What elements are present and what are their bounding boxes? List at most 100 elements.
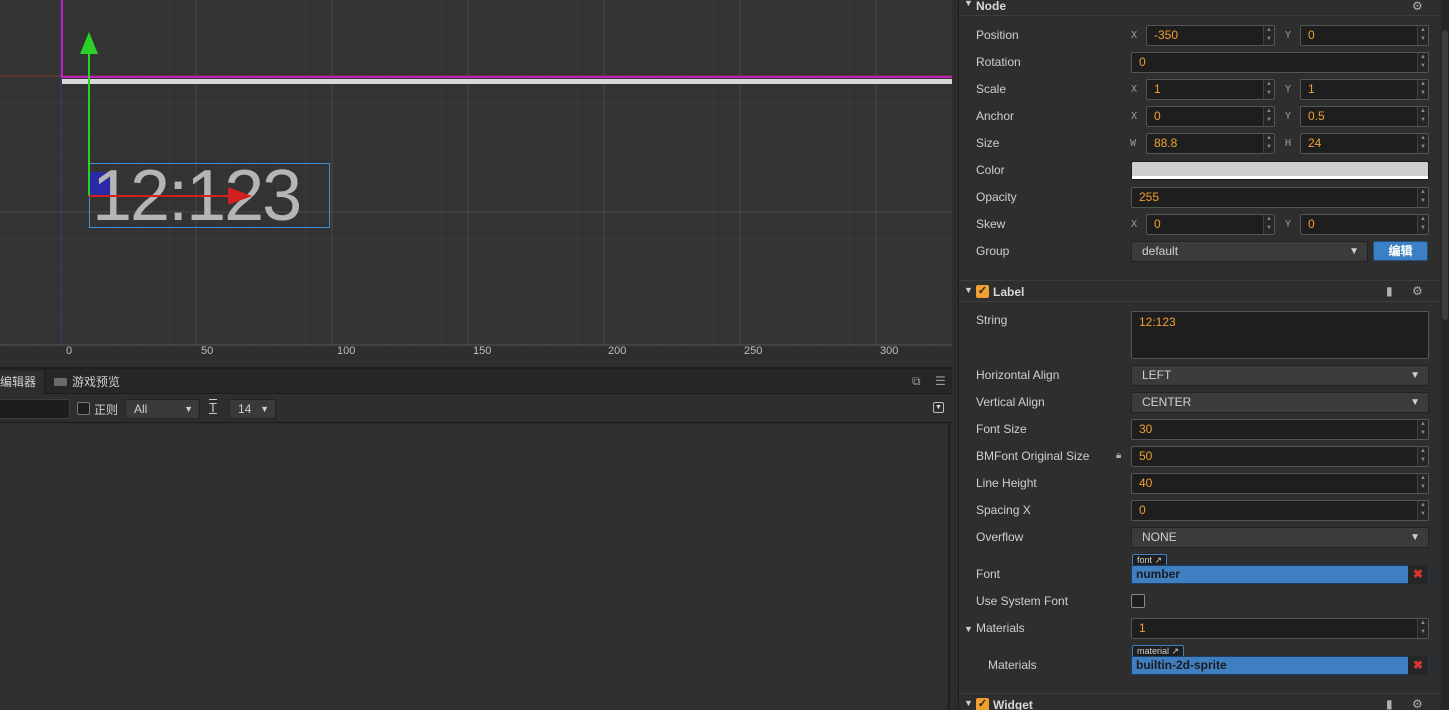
clear-font-icon[interactable]: ✖ — [1408, 565, 1428, 584]
bmfont-original-size-value: 50 — [1139, 449, 1153, 463]
scale-x-input[interactable]: 1 ▲ ▼ — [1146, 79, 1275, 100]
stepper-icon[interactable]: ▲ ▼ — [1417, 619, 1428, 638]
skew-y-input[interactable]: 0 ▲ ▼ — [1300, 214, 1429, 235]
stepper-icon[interactable]: ▲ ▼ — [1263, 26, 1274, 45]
scene-view[interactable]: 12:123 0 50 100 150 200 250 300 — [0, 0, 952, 367]
stepper-icon[interactable]: ▲ ▼ — [1263, 215, 1274, 234]
edit-group-button[interactable]: 编辑 — [1373, 241, 1428, 261]
chevron-down-icon: ▼ — [1410, 370, 1420, 381]
overflow-value: NONE — [1142, 530, 1177, 544]
scrollbar-thumb[interactable] — [1442, 30, 1448, 320]
regex-checkbox[interactable] — [77, 402, 90, 415]
stepper-icon[interactable]: ▲ ▼ — [1263, 80, 1274, 99]
scale-y-value: 1 — [1308, 82, 1315, 96]
widget-enabled-checkbox[interactable]: ✓ — [976, 698, 989, 710]
size-h-input[interactable]: 24 ▲ ▼ — [1300, 133, 1429, 154]
stepper-icon[interactable]: ▲ ▼ — [1263, 107, 1274, 126]
position-x-input[interactable]: -350 ▲ ▼ — [1146, 25, 1275, 46]
inspector-scrollbar[interactable] — [1441, 0, 1449, 710]
stepper-icon[interactable]: ▲ ▼ — [1417, 420, 1428, 439]
console-font-size-select[interactable]: 14 ▼ — [229, 399, 276, 419]
opacity-value: 255 — [1139, 190, 1160, 204]
font-asset-field[interactable]: number ✖ — [1131, 565, 1429, 584]
gizmo-y-axis[interactable] — [88, 50, 90, 196]
anchor-x-value: 0 — [1154, 109, 1161, 123]
axis-y-label: Y — [1285, 84, 1292, 95]
book-icon[interactable]: ▮ — [1386, 284, 1393, 298]
skew-y-value: 0 — [1308, 217, 1315, 231]
bmfont-original-size-input[interactable]: 50 ▲ ▼ — [1131, 446, 1429, 467]
gear-icon[interactable]: ⚙ — [1412, 697, 1423, 710]
vertical-align-select[interactable]: CENTER ▼ — [1131, 392, 1429, 413]
log-level-select[interactable]: All ▼ — [125, 399, 200, 419]
horizontal-align-select[interactable]: LEFT ▼ — [1131, 365, 1429, 386]
external-link-icon[interactable]: ↗ — [1155, 555, 1163, 565]
ruler-label: 100 — [337, 345, 356, 357]
material-asset-field[interactable]: builtin-2d-sprite ✖ — [1131, 656, 1429, 675]
stepper-icon[interactable]: ▲ ▼ — [1417, 188, 1428, 207]
gear-icon[interactable]: ⚙ — [1412, 0, 1423, 13]
collapse-icon[interactable]: ▼ — [933, 402, 944, 413]
color-picker[interactable] — [1131, 161, 1429, 180]
string-textarea[interactable]: 12:123 — [1131, 311, 1429, 359]
size-label: Size — [976, 136, 1000, 150]
popout-icon[interactable]: ⧉ — [912, 374, 921, 389]
anchor-y-input[interactable]: 0.5 ▲ ▼ — [1300, 106, 1429, 127]
tab-editor[interactable]: 编辑器 — [0, 371, 46, 394]
materials-count-input[interactable]: 1 ▲ ▼ — [1131, 618, 1429, 639]
console-filter-input[interactable] — [0, 399, 70, 419]
opacity-input[interactable]: 255 ▲ ▼ — [1131, 187, 1429, 208]
materials-caret-icon[interactable]: ▼ — [964, 624, 973, 634]
rotation-label: Rotation — [976, 55, 1021, 69]
gizmo-y-arrow-icon[interactable] — [80, 32, 98, 54]
tab-game-preview-label: 游戏预览 — [72, 375, 121, 389]
stepper-icon[interactable]: ▲ ▼ — [1417, 134, 1428, 153]
node-section-header[interactable]: ▼ Node ⚙ — [959, 0, 1441, 16]
tab-game-preview[interactable]: 游戏预览 — [46, 371, 128, 394]
scale-y-input[interactable]: 1 ▲ ▼ — [1300, 79, 1429, 100]
rotation-value: 0 — [1139, 55, 1146, 69]
stepper-icon[interactable]: ▲ ▼ — [1417, 447, 1428, 466]
stepper-icon[interactable]: ▲ ▼ — [1417, 474, 1428, 493]
spacing-x-input[interactable]: 0 ▲ ▼ — [1131, 500, 1429, 521]
gizmo-x-arrow-icon[interactable] — [228, 187, 252, 205]
horizontal-align-value: LEFT — [1142, 368, 1172, 382]
font-size-input[interactable]: 30 ▲ ▼ — [1131, 419, 1429, 440]
group-label: Group — [976, 244, 1010, 258]
label-enabled-checkbox[interactable]: ✓ — [976, 285, 989, 298]
gizmo-x-axis[interactable] — [89, 195, 229, 197]
book-icon[interactable]: ▮ — [1386, 697, 1393, 710]
menu-icon[interactable]: ☰ — [935, 374, 946, 388]
chevron-down-icon: ▼ — [260, 404, 269, 414]
rotation-input[interactable]: 0 ▲ ▼ — [1131, 52, 1429, 73]
axis-x-label: X — [1131, 84, 1138, 95]
skew-x-input[interactable]: 0 ▲ ▼ — [1146, 214, 1275, 235]
stepper-icon[interactable]: ▲ ▼ — [1417, 215, 1428, 234]
external-link-icon[interactable]: ↗ — [1172, 646, 1180, 656]
size-w-input[interactable]: 88.8 ▲ ▼ — [1146, 133, 1275, 154]
stepper-icon[interactable]: ▲ ▼ — [1263, 134, 1274, 153]
widget-section-header[interactable]: ▼ ✓ Widget ▮ ⚙ — [959, 693, 1441, 710]
axis-x-label: X — [1131, 111, 1138, 122]
use-system-font-checkbox[interactable] — [1131, 594, 1145, 608]
position-y-input[interactable]: 0 ▲ ▼ — [1300, 25, 1429, 46]
line-height-input[interactable]: 40 ▲ ▼ — [1131, 473, 1429, 494]
ruler-label: 200 — [608, 345, 627, 357]
font-size-label: Font Size — [976, 422, 1027, 436]
gear-icon[interactable]: ⚙ — [1412, 284, 1423, 298]
stepper-icon[interactable]: ▲ ▼ — [1417, 107, 1428, 126]
stepper-icon[interactable]: ▲ ▼ — [1417, 80, 1428, 99]
clear-material-icon[interactable]: ✖ — [1408, 656, 1428, 675]
stepper-icon[interactable]: ▲ ▼ — [1417, 53, 1428, 72]
label-section-header[interactable]: ▼ ✓ Label ▮ ⚙ — [959, 280, 1441, 302]
font-size-icon: T — [209, 400, 217, 415]
vertical-align-value: CENTER — [1142, 395, 1192, 409]
overflow-select[interactable]: NONE ▼ — [1131, 527, 1429, 548]
opacity-label: Opacity — [976, 190, 1017, 204]
console-log-area[interactable] — [0, 424, 950, 710]
group-select[interactable]: default ▼ — [1131, 241, 1368, 262]
stepper-icon[interactable]: ▲ ▼ — [1417, 501, 1428, 520]
regex-label: 正则 — [94, 403, 119, 417]
anchor-x-input[interactable]: 0 ▲ ▼ — [1146, 106, 1275, 127]
stepper-icon[interactable]: ▲ ▼ — [1417, 26, 1428, 45]
